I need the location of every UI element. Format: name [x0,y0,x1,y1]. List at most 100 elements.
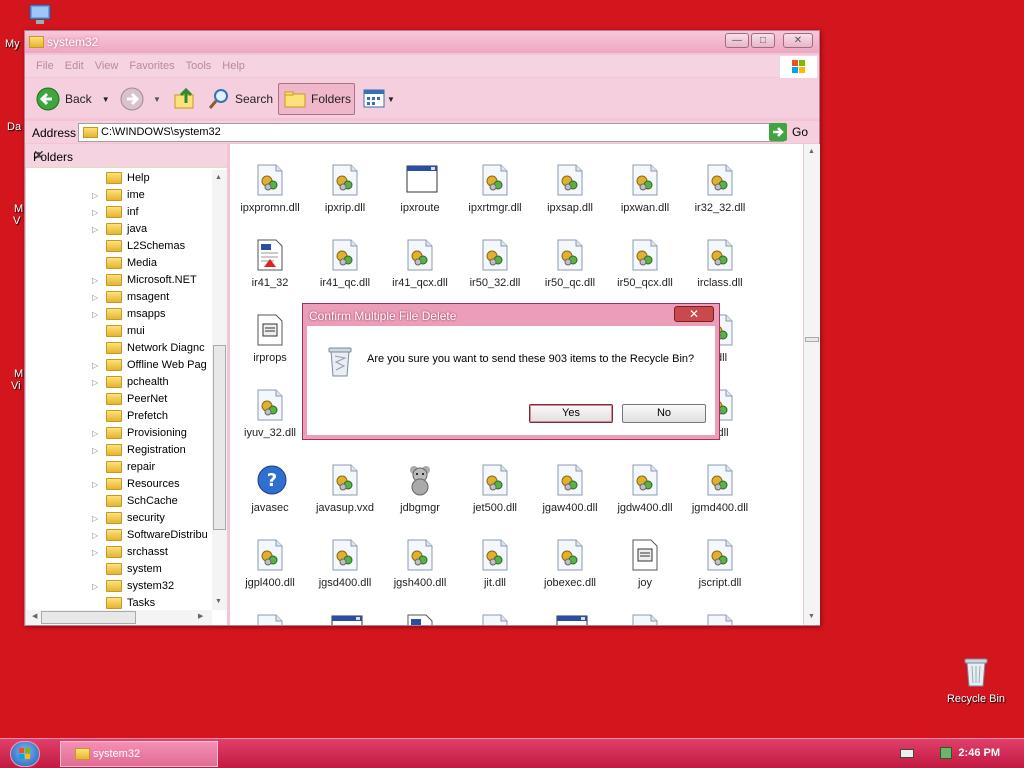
desktop-label-partial-3[interactable]: M [14,368,23,380]
file-item[interactable]: ? javasec [233,464,307,514]
file-item[interactable]: irprops [233,314,307,364]
address-input[interactable]: C:\WINDOWS\system32 ▼ [78,123,784,142]
expand-icon[interactable]: ▷ [92,429,100,438]
go-button[interactable]: Go [769,123,808,141]
menu-help[interactable]: Help [222,60,245,72]
file-item[interactable]: ir41_qc.dll [308,239,382,289]
search-button[interactable]: Search [207,83,273,115]
folder-tree-item[interactable]: ▷ system32 [26,578,212,595]
folder-tree-item[interactable]: SchCache [26,493,212,510]
file-item[interactable]: jgaw400.dll [533,464,607,514]
folder-tree-item[interactable]: ▷ Registration [26,442,212,459]
expand-icon[interactable]: ▷ [92,276,100,285]
network-icon[interactable] [940,747,952,759]
file-item-partial[interactable] [458,614,532,625]
file-item[interactable]: ipxwan.dll [608,164,682,214]
expand-icon[interactable]: ▷ [92,531,100,540]
forward-button[interactable]: ▼ [119,83,161,115]
file-item[interactable]: jobexec.dll [533,539,607,589]
expand-icon[interactable]: ▷ [92,446,100,455]
file-item-partial[interactable] [608,614,682,625]
file-item[interactable]: ir41_32 [233,239,307,289]
views-button[interactable]: ▼ [363,83,395,115]
file-item-partial[interactable] [308,614,382,625]
file-item-partial[interactable] [383,614,457,625]
file-item[interactable]: jet500.dll [458,464,532,514]
file-item[interactable]: jgpl400.dll [233,539,307,589]
folder-tree-item[interactable]: ▷ ime [26,187,212,204]
expand-icon[interactable]: ▷ [92,548,100,557]
folder-tree-item[interactable]: ▷ security [26,510,212,527]
menu-edit[interactable]: Edit [65,60,84,72]
folder-tree-item[interactable]: Media [26,255,212,272]
file-item[interactable]: joy [608,539,682,589]
expand-icon[interactable]: ▷ [92,225,100,234]
file-item[interactable]: jscript.dll [683,539,757,589]
desktop-label-my-computer[interactable]: My [5,38,20,50]
views-dropdown-icon[interactable]: ▼ [387,95,395,104]
desktop-label-partial-4[interactable]: Vi [11,380,21,392]
file-item[interactable]: jgmd400.dll [683,464,757,514]
recycle-bin-desktop[interactable]: Recycle Bin [940,656,1012,705]
folder-tree-item[interactable]: PeerNet [26,391,212,408]
file-item[interactable]: irclass.dll [683,239,757,289]
folder-tree-item[interactable]: ▷ Microsoft.NET [26,272,212,289]
back-button[interactable]: Back ▼ [35,83,110,115]
back-dropdown-icon[interactable]: ▼ [102,95,110,104]
folders-pane-close-icon[interactable]: ✕ [33,147,219,164]
file-item[interactable]: ipxrip.dll [308,164,382,214]
file-item[interactable]: ir50_qcx.dll [608,239,682,289]
file-item[interactable]: jgsh400.dll [383,539,457,589]
folder-tree-item[interactable]: ▷ msagent [26,289,212,306]
desktop-label-partial-2[interactable]: V [13,215,20,227]
dialog-close-button[interactable]: ✕ [674,306,714,322]
folder-tree-hscroll-thumb[interactable] [41,611,136,624]
taskbar-item-system32[interactable]: system32 [60,741,218,767]
file-view-vertical-scrollbar[interactable]: ▲ ▼ [804,144,820,625]
folder-tree-item[interactable]: ▷ SoftwareDistribu [26,527,212,544]
file-item[interactable]: jgsd400.dll [308,539,382,589]
folder-tree-item[interactable]: ▷ Provisioning [26,425,212,442]
file-item[interactable]: ir41_qcx.dll [383,239,457,289]
folder-tree-item[interactable]: ▷ inf [26,204,212,221]
file-view-scroll-thumb[interactable] [805,337,819,342]
folder-tree-item[interactable]: ▷ pchealth [26,374,212,391]
expand-icon[interactable]: ▷ [92,480,100,489]
folder-tree-item[interactable]: system [26,561,212,578]
folder-tree-vertical-scrollbar[interactable]: ▲ ▼ [212,170,227,610]
file-item[interactable]: jdbgmgr [383,464,457,514]
expand-icon[interactable]: ▷ [92,582,100,591]
file-item[interactable]: ir32_32.dll [683,164,757,214]
file-item[interactable]: javasup.vxd [308,464,382,514]
forward-dropdown-icon[interactable]: ▼ [153,95,161,104]
file-item[interactable]: iyuv_32.dll [233,389,307,439]
file-item[interactable]: ipxroute [383,164,457,214]
menu-tools[interactable]: Tools [186,60,212,72]
folder-tree-item[interactable]: Tasks [26,595,212,610]
folder-tree-item[interactable]: ▷ java [26,221,212,238]
folder-tree-item[interactable]: ▷ Offline Web Pag [26,357,212,374]
expand-icon[interactable]: ▷ [92,208,100,217]
expand-icon[interactable]: ▷ [92,361,100,370]
expand-icon[interactable]: ▷ [92,310,100,319]
clock[interactable]: 2:46 PM [958,747,1000,759]
folder-tree-horizontal-scrollbar[interactable]: ◀ ▶ [26,610,212,625]
yes-button[interactable]: Yes [529,404,613,423]
file-item-partial[interactable] [683,614,757,625]
folder-tree-scroll-thumb[interactable] [213,345,226,530]
folder-tree-item[interactable]: ▷ srchasst [26,544,212,561]
file-item[interactable]: jit.dll [458,539,532,589]
folder-tree-item[interactable]: L2Schemas [26,238,212,255]
my-computer-icon[interactable] [26,4,54,26]
expand-icon[interactable]: ▷ [92,514,100,523]
expand-icon[interactable]: ▷ [92,293,100,302]
file-item[interactable]: ir50_32.dll [458,239,532,289]
menu-file[interactable]: File [36,60,54,72]
file-item[interactable]: ipxsap.dll [533,164,607,214]
folder-tree-item[interactable]: Network Diagnc [26,340,212,357]
menu-favorites[interactable]: Favorites [129,60,174,72]
folder-tree-item[interactable]: ▷ msapps [26,306,212,323]
keyboard-icon[interactable] [900,749,914,758]
file-item[interactable]: ipxrtmgr.dll [458,164,532,214]
desktop-label-partial-1[interactable]: M [14,203,23,215]
